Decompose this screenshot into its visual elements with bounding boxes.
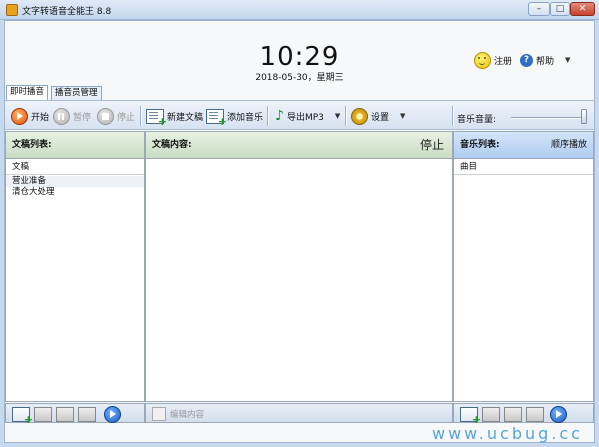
minimize-button[interactable]: – [528,2,550,16]
stop-label: 停止 [117,112,136,123]
tab-announcer-management[interactable]: 播音员管理 [51,86,102,101]
add-document-icon[interactable] [12,407,33,426]
list-item[interactable]: 营业准备 [6,176,144,187]
list-item[interactable]: 清仓大处理 [6,187,144,198]
toolbar-divider [452,106,453,126]
new-document-button[interactable]: 新建文稿 [146,107,204,128]
music-list-header: 音乐列表: 顺序播放 [454,132,593,159]
add-track-icon[interactable] [460,407,481,426]
remove-document-icon[interactable] [34,407,52,422]
toolbar-divider [345,106,346,126]
play-order-mode[interactable]: 顺序播放 [551,132,587,158]
settings-label: 设置 [371,112,390,123]
maximize-button[interactable]: □ [550,2,570,16]
playback-status: 停止 [419,138,444,152]
toolbar-divider [140,106,141,126]
music-list-toolbar [453,403,594,426]
move-down-icon[interactable] [78,407,96,422]
document-content-title: 文稿内容: [152,140,192,150]
document-list-title: 文稿列表: [6,132,144,159]
pause-button[interactable]: 暂停 [53,107,91,125]
music-list-panel: 音乐列表: 顺序播放 曲目 [453,131,594,402]
play-music-icon[interactable] [550,406,567,423]
edit-content-label: 编辑内容 [170,410,205,420]
music-list-title: 音乐列表: [460,140,500,150]
music-volume-label: 音乐音量: [457,115,497,125]
document-list-toolbar [5,403,145,426]
chevron-down-icon: ▼ [565,56,571,64]
chevron-down-icon: ▼ [334,112,341,120]
move-up-icon[interactable] [56,407,74,422]
track-column-header[interactable]: 曲目 [454,160,593,175]
register-button[interactable]: 注册 [474,51,513,69]
add-music-icon [206,108,227,128]
edit-icon [152,407,166,421]
remove-track-icon[interactable] [482,407,500,422]
play-document-icon[interactable] [104,406,121,423]
add-music-button[interactable]: 添加音乐 [206,107,264,128]
document-content-area[interactable] [146,159,452,401]
pause-icon [53,107,70,125]
document-content-toolbar: 编辑内容 [145,403,453,423]
play-icon [11,107,28,125]
music-volume-slider-thumb[interactable] [581,109,587,124]
window-title: 文字转语音全能王 8.8 [22,7,112,17]
close-button[interactable]: ✕ [570,2,595,16]
tab-live-broadcast[interactable]: 即时播音 [6,85,49,101]
smiley-icon [474,51,491,69]
tab-bar: 即时播音 播音员管理 [5,85,594,101]
new-document-icon [146,108,167,128]
add-music-label: 添加音乐 [227,112,264,123]
export-mp3-button[interactable]: ♪ 导出MP3 ▼ [275,107,340,125]
start-label: 开始 [31,112,50,123]
register-label: 注册 [494,56,513,67]
document-content-panel: 文稿内容: 停止 [145,131,453,402]
gear-icon [351,107,368,125]
chevron-down-icon: ▼ [400,112,406,120]
app-icon [6,4,18,16]
help-menu-button[interactable]: ? 帮助 ▼ [520,52,570,68]
document-content-header: 文稿内容: 停止 [146,132,452,159]
settings-button[interactable]: 设置 ▼ [351,107,405,125]
export-mp3-label: 导出MP3 [286,112,324,123]
help-icon: ? [520,53,533,67]
clock-date: 2018-05-30，星期三 [255,73,344,83]
move-down-icon[interactable] [526,407,544,422]
music-note-icon: ♪ [275,108,284,124]
pause-label: 暂停 [73,112,92,123]
edit-content-button[interactable]: 编辑内容 [152,407,204,421]
toolbar: 开始 暂停 停止 新建文稿 添加音乐 ♪ 导出MP3 ▼ 设置 ▼ 音乐音量: [5,100,594,130]
music-volume-slider[interactable] [511,117,587,119]
start-button[interactable]: 开始 [11,107,49,125]
help-label: 帮助 [536,56,555,67]
watermark-text: www.ucbug.cc [432,424,583,443]
toolbar-divider [267,106,268,126]
stop-button[interactable]: 停止 [97,107,135,125]
document-list-panel: 文稿列表: 文稿 营业准备 清仓大处理 [5,131,145,402]
document-column-header[interactable]: 文稿 [6,160,144,175]
move-up-icon[interactable] [504,407,522,422]
new-document-label: 新建文稿 [167,112,204,123]
stop-icon [97,107,114,125]
